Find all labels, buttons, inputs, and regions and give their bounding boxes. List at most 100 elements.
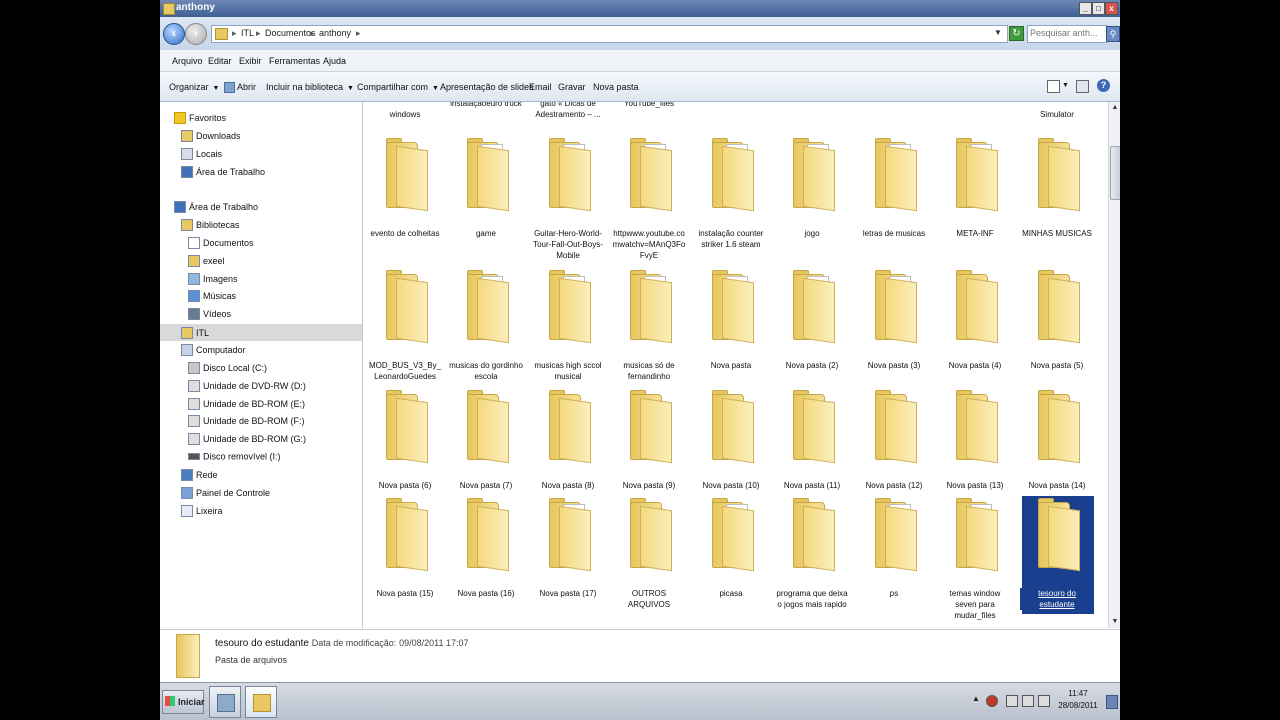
nav-itl[interactable]: ITL: [160, 324, 362, 341]
close-button[interactable]: x: [1105, 2, 1118, 15]
folder-label: Nova pasta (6): [378, 481, 432, 490]
partial-item-label[interactable]: placa de video - YouTube_files: [612, 102, 686, 109]
preview-pane-icon[interactable]: [1076, 80, 1089, 93]
help-icon[interactable]: ?: [1097, 79, 1110, 92]
open-label: Abrir: [237, 82, 257, 92]
speaker-icon[interactable]: [1006, 695, 1018, 707]
menu-ferramentas[interactable]: Ferramentas: [269, 56, 320, 66]
folder-icon: [386, 390, 428, 468]
folder-icon: [956, 390, 998, 468]
chevron-up-icon[interactable]: ▲: [972, 694, 982, 704]
menu-exibir[interactable]: Exibir: [239, 56, 262, 66]
email-button[interactable]: Email: [529, 82, 552, 92]
partial-item-label[interactable]: instalaçãoeuro truck: [449, 102, 523, 109]
chevron-down-icon[interactable]: ▼: [1062, 82, 1069, 89]
slideshow-button[interactable]: Apresentação de slides: [440, 82, 534, 92]
folder-label: Nova pasta (5): [1030, 361, 1084, 370]
scroll-thumb[interactable]: [1110, 146, 1120, 200]
include-library-button[interactable]: Incluir na biblioteca ▼: [266, 82, 354, 92]
details-pane: tesouro do estudante Data de modificação…: [160, 629, 1120, 683]
clock[interactable]: 11:47 28/08/2011: [1058, 688, 1098, 712]
show-desktop-button[interactable]: [1106, 695, 1118, 709]
nav-documentos[interactable]: Documentos: [188, 237, 254, 253]
folder-icon: [467, 390, 509, 468]
partial-item-label[interactable]: Simulator: [1020, 109, 1094, 120]
nav-area-trabalho-fav[interactable]: Área de Trabalho: [181, 166, 265, 182]
burn-button[interactable]: Gravar: [558, 82, 586, 92]
folder-label: jogo: [804, 229, 820, 238]
vertical-scrollbar[interactable]: ▲ ▼: [1108, 102, 1120, 628]
videos-icon: [188, 308, 200, 320]
forward-button[interactable]: ›: [185, 23, 207, 45]
pictures-icon: [188, 273, 200, 285]
action-center-icon[interactable]: [1038, 695, 1050, 707]
nav-imagens[interactable]: Imagens: [188, 273, 238, 289]
nav-dvd-d[interactable]: Unidade de DVD-RW (D:): [188, 380, 306, 396]
nav-bd-e[interactable]: Unidade de BD-ROM (E:): [188, 398, 305, 414]
folder-icon: [549, 390, 591, 468]
partial-item-label[interactable]: truques para seu gato « Dicas de Adestra…: [531, 102, 605, 120]
folder-label: Nova pasta (2): [785, 361, 839, 370]
folder-label: programa que deixa o jogos mais rapido: [776, 589, 848, 609]
folder-icon: [630, 270, 672, 348]
share-button[interactable]: Compartilhar com ▼: [357, 82, 439, 92]
partial-item-label[interactable]: windows: [368, 109, 442, 120]
refresh-icon[interactable]: ↻: [1009, 26, 1024, 41]
breadcrumb-separator: ▸: [356, 28, 361, 38]
record-icon[interactable]: [986, 695, 998, 707]
folder-icon: [793, 138, 835, 216]
minimize-button[interactable]: _: [1079, 2, 1092, 15]
folder-icon: [386, 270, 428, 348]
nav-disco-c[interactable]: Disco Local (C:): [188, 362, 267, 378]
folder-icon: [1038, 138, 1080, 216]
search-field[interactable]: [1027, 25, 1107, 43]
nav-lixeira[interactable]: Lixeira: [181, 505, 223, 521]
menu-arquivo[interactable]: Arquivo: [172, 56, 203, 66]
nav-videos[interactable]: Vídeos: [188, 308, 231, 324]
new-folder-button[interactable]: Nova pasta: [593, 82, 639, 92]
view-icon[interactable]: [1047, 80, 1060, 93]
scroll-down-icon[interactable]: ▼: [1109, 616, 1120, 628]
folder-label: Nova pasta (8): [541, 481, 595, 490]
search-icon[interactable]: ⚲: [1106, 26, 1120, 42]
folder-icon: [1038, 270, 1080, 348]
folder-icon: [956, 138, 998, 216]
nav-area-trabalho[interactable]: Área de Trabalho: [174, 201, 258, 217]
nav-rede[interactable]: Rede: [181, 469, 218, 485]
network-status-icon[interactable]: [1022, 695, 1034, 707]
nav-bibliotecas[interactable]: Bibliotecas: [181, 219, 240, 235]
search-input[interactable]: [1030, 28, 1102, 38]
nav-disco-i[interactable]: Disco removível (I:): [188, 451, 281, 467]
menu-editar[interactable]: Editar: [208, 56, 232, 66]
address-field[interactable]: ▸ ITL ▸ Documentos ▸ anthony ▸: [211, 25, 1008, 43]
chevron-down-icon: ▼: [432, 85, 439, 92]
breadcrumb-documentos[interactable]: Documentos: [265, 28, 316, 38]
menu-ajuda[interactable]: Ajuda: [323, 56, 346, 66]
network-icon: [181, 469, 193, 481]
scroll-up-icon[interactable]: ▲: [1109, 102, 1120, 114]
back-button[interactable]: ‹: [163, 23, 185, 45]
start-button[interactable]: Iniciar: [162, 690, 205, 714]
nav-painel[interactable]: Painel de Controle: [181, 487, 270, 503]
folder-label: Nova pasta (10): [702, 481, 760, 490]
folder-icon: [793, 498, 835, 576]
title-bar[interactable]: anthony _ □ x: [160, 0, 1120, 17]
taskbar-app-button[interactable]: [209, 686, 241, 718]
open-button[interactable]: Abrir: [224, 82, 257, 94]
taskbar-explorer-button[interactable]: [245, 686, 277, 718]
breadcrumb-itl[interactable]: ITL: [241, 28, 254, 38]
dvd-drive-icon: [188, 380, 200, 392]
nav-bd-g[interactable]: Unidade de BD-ROM (G:): [188, 433, 306, 449]
nav-exeel[interactable]: exeel: [188, 255, 225, 271]
nav-musicas[interactable]: Músicas: [188, 290, 236, 306]
breadcrumb-anthony[interactable]: anthony: [319, 28, 351, 38]
nav-favoritos[interactable]: Favoritos: [174, 112, 226, 128]
chevron-down-icon[interactable]: ▼: [994, 28, 1002, 37]
nav-locais[interactable]: Locais: [181, 148, 222, 164]
nav-bd-f[interactable]: Unidade de BD-ROM (F:): [188, 415, 305, 431]
maximize-button[interactable]: □: [1092, 2, 1105, 15]
nav-computador[interactable]: Computador: [181, 344, 246, 360]
nav-downloads[interactable]: Downloads: [181, 130, 241, 146]
folder-icon: [712, 270, 754, 348]
organize-button[interactable]: Organizar ▼: [169, 82, 219, 92]
